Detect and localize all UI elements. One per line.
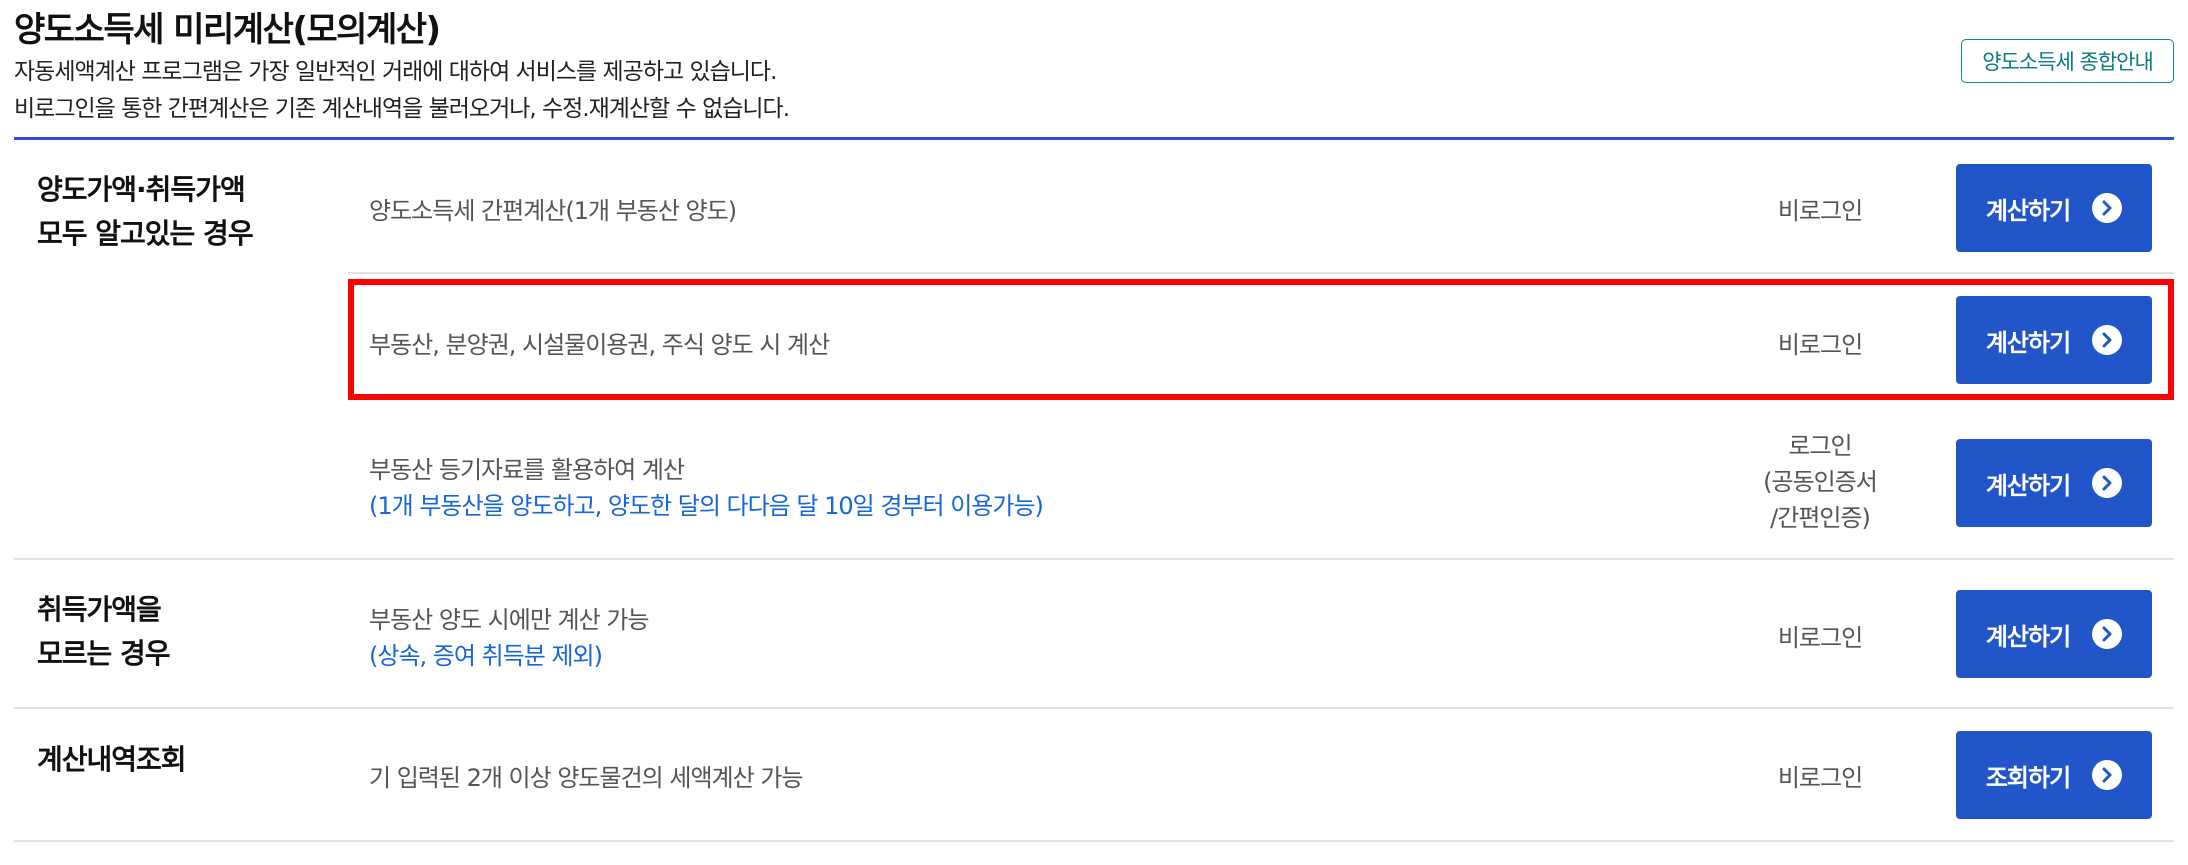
- history-lookup-button[interactable]: 조회하기: [1956, 731, 2152, 819]
- category-line: 취득가액을: [37, 593, 162, 626]
- row-subtext: (상속, 증여 취득분 제외): [369, 642, 603, 670]
- login-line: 로그인: [1788, 432, 1852, 460]
- row-description: 부동산 양도 시에만 계산 가능: [369, 606, 649, 634]
- chevron-right-icon: [2092, 325, 2123, 355]
- login-type: 비로그인: [1777, 624, 1863, 652]
- header-divider: [14, 137, 2174, 140]
- section-category-unknown-price: 취득가액을 모르는 경우: [37, 588, 171, 676]
- chevron-right-icon: [2092, 619, 2123, 649]
- login-line: (공동인증서: [1763, 468, 1878, 496]
- button-label: 계산하기: [1985, 328, 2071, 357]
- category-line: 모르는 경우: [37, 637, 171, 670]
- category-line: 양도가액·취득가액: [37, 173, 246, 206]
- button-label: 계산하기: [1985, 471, 2071, 500]
- category-line: 모두 알고있는 경우: [37, 217, 254, 250]
- login-line: /간편인증): [1770, 504, 1871, 532]
- section-divider: [14, 707, 2174, 709]
- calculate-button-simple[interactable]: 계산하기: [1956, 164, 2152, 252]
- section-category-known-prices: 양도가액·취득가액 모두 알고있는 경우: [37, 168, 254, 256]
- login-type: 비로그인: [1777, 197, 1863, 225]
- description-line-1: 자동세액계산 프로그램은 가장 일반적인 거래에 대하여 서비스를 제공하고 있…: [14, 59, 777, 85]
- calculate-button-asset-transfer[interactable]: 계산하기: [1956, 296, 2152, 384]
- row-divider: [348, 272, 2174, 274]
- login-type: 로그인 (공동인증서 /간편인증): [1700, 428, 1940, 536]
- login-type: 비로그인: [1777, 331, 1863, 359]
- tax-guide-button[interactable]: 양도소득세 종합안내: [1961, 39, 2174, 83]
- calculate-button-registry[interactable]: 계산하기: [1956, 439, 2152, 527]
- description-line-2: 비로그인을 통한 간편계산은 기존 계산내역을 불러오거나, 수정.재계산할 수…: [14, 96, 790, 122]
- row-subtext: (1개 부동산을 양도하고, 양도한 달의 다다음 달 10일 경부터 이용가능…: [369, 492, 1044, 520]
- page-title: 양도소득세 미리계산(모의계산): [14, 10, 441, 50]
- chevron-right-icon: [2092, 468, 2123, 498]
- row-description: 양도소득세 간편계산(1개 부동산 양도): [369, 197, 737, 225]
- row-description: 기 입력된 2개 이상 양도물건의 세액계산 가능: [369, 764, 803, 792]
- calculate-button-unknown-price[interactable]: 계산하기: [1956, 590, 2152, 678]
- button-label: 계산하기: [1985, 196, 2071, 225]
- section-divider: [14, 558, 2174, 560]
- row-description: 부동산, 분양권, 시설물이용권, 주식 양도 시 계산: [369, 331, 830, 359]
- button-label: 조회하기: [1985, 763, 2071, 792]
- section-divider: [14, 840, 2174, 842]
- section-category-history: 계산내역조회: [37, 738, 187, 782]
- button-label: 계산하기: [1985, 622, 2071, 651]
- login-type: 비로그인: [1777, 764, 1863, 792]
- chevron-right-icon: [2092, 193, 2123, 223]
- category-line: 계산내역조회: [37, 743, 187, 776]
- row-description: 부동산 등기자료를 활용하여 계산: [369, 456, 685, 484]
- chevron-right-icon: [2092, 760, 2123, 790]
